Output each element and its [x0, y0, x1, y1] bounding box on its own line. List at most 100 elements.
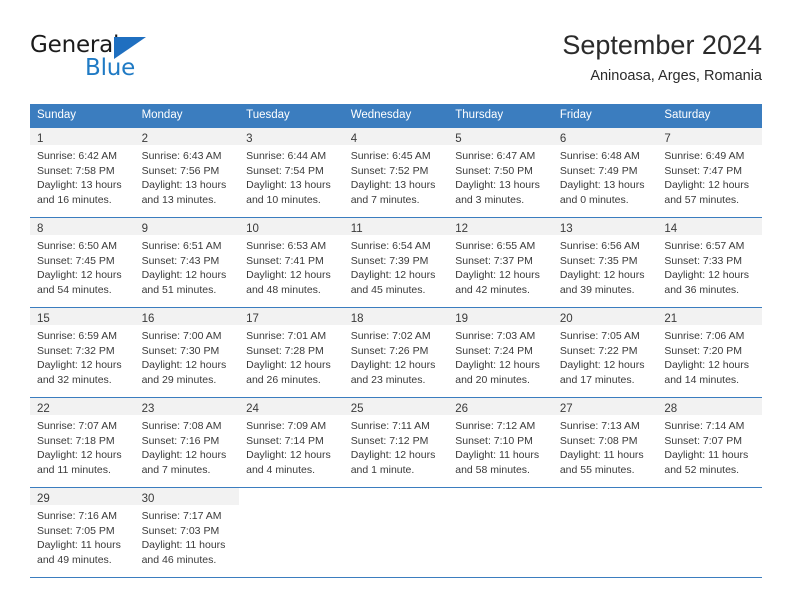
day-cell[interactable]: 23 Sunrise: 7:08 AM Sunset: 7:16 PM Dayligh…: [134, 398, 240, 487]
title-block: September 2024 Aninoasa, Arges, Romania: [562, 28, 762, 87]
sunrise-text: Sunrise: 7:16 AM: [37, 510, 117, 522]
day-info: Sunrise: 7:05 AM Sunset: 7:22 PM Daylight:…: [553, 325, 658, 387]
weekday-header-wednesday: Wednesday: [350, 109, 412, 121]
day-cell[interactable]: 14 Sunrise: 6:57 AM Sunset: 7:33 PM Dayligh…: [657, 218, 762, 307]
weekday-header-saturday: Saturday: [664, 109, 711, 121]
daylight-text: Daylight: 13 hours and 13 minutes.: [141, 179, 227, 206]
sunset-text: Sunset: 7:20 PM: [664, 344, 743, 357]
day-info: Sunrise: 6:59 AM Sunset: 7:32 PM Daylight:…: [30, 325, 135, 387]
day-cell[interactable]: 12 Sunrise: 6:55 AM Sunset: 7:37 PM Dayligh…: [448, 218, 553, 307]
day-number: 23: [141, 403, 155, 415]
day-cell[interactable]: 28 Sunrise: 7:14 AM Sunset: 7:07 PM Dayligh…: [657, 398, 762, 487]
day-cell[interactable]: 20 Sunrise: 7:05 AM Sunset: 7:22 PM Dayligh…: [552, 308, 658, 397]
sunset-text: Sunset: 7:03 PM: [141, 524, 220, 537]
daylight-text: Daylight: 13 hours and 0 minutes.: [559, 179, 645, 206]
empty-day-cell: [552, 488, 658, 577]
sunrise-text: Sunrise: 6:54 AM: [350, 240, 431, 252]
day-info: Sunrise: 7:09 AM Sunset: 7:14 PM Daylight:…: [239, 415, 344, 477]
day-cell[interactable]: 29 Sunrise: 7:16 AM Sunset: 7:05 PM Dayligh…: [30, 488, 135, 577]
sunrise-text: Sunrise: 7:03 AM: [455, 330, 536, 342]
day-number: 29: [37, 493, 50, 505]
day-number: 4: [350, 133, 358, 145]
day-cell[interactable]: 16 Sunrise: 7:00 AM Sunset: 7:30 PM Dayligh…: [134, 308, 240, 397]
day-info: Sunrise: 6:50 AM Sunset: 7:45 PM Daylight:…: [30, 235, 135, 297]
daylight-text: Daylight: 11 hours and 46 minutes.: [141, 539, 226, 566]
day-info: Sunrise: 7:17 AM Sunset: 7:03 PM Daylight:…: [135, 505, 240, 567]
day-number: 20: [559, 313, 573, 325]
day-number-band: 25: [343, 398, 449, 415]
general-blue-logo: General Blue: [30, 32, 160, 84]
day-cell[interactable]: 30 Sunrise: 7:17 AM Sunset: 7:03 PM Dayligh…: [134, 488, 240, 577]
day-cell[interactable]: 7 Sunrise: 6:49 AM Sunset: 7:47 PM Daylight…: [657, 128, 762, 217]
day-cell[interactable]: 22 Sunrise: 7:07 AM Sunset: 7:18 PM Dayligh…: [30, 398, 135, 487]
day-info: Sunrise: 6:56 AM Sunset: 7:35 PM Daylight:…: [553, 235, 658, 297]
day-info: Sunrise: 6:42 AM Sunset: 7:58 PM Daylight:…: [30, 145, 135, 207]
day-cell[interactable]: 5 Sunrise: 6:47 AM Sunset: 7:50 PM Daylight…: [448, 128, 553, 217]
day-cell[interactable]: 10 Sunrise: 6:53 AM Sunset: 7:41 PM Dayligh…: [239, 218, 344, 307]
day-info: Sunrise: 6:43 AM Sunset: 7:56 PM Daylight:…: [135, 145, 240, 207]
day-cell[interactable]: 21 Sunrise: 7:06 AM Sunset: 7:20 PM Dayligh…: [657, 308, 762, 397]
page-title: September 2024: [562, 30, 762, 60]
day-info: Sunrise: 7:07 AM Sunset: 7:18 PM Daylight:…: [30, 415, 135, 477]
day-cell[interactable]: 8 Sunrise: 6:50 AM Sunset: 7:45 PM Daylight…: [30, 218, 135, 307]
sunrise-text: Sunrise: 6:47 AM: [455, 150, 536, 162]
day-number: 7: [664, 133, 671, 145]
day-cell[interactable]: 3 Sunrise: 6:44 AM Sunset: 7:54 PM Daylight…: [239, 128, 344, 217]
day-number: 17: [246, 313, 259, 325]
daylight-text: Daylight: 12 hours and 51 minutes.: [141, 269, 227, 296]
calendar-grid: Sunday Monday Tuesday Wednesday Thursday Frid…: [30, 104, 762, 578]
day-number-band: 29: [30, 488, 135, 505]
sunset-text: Sunset: 7:32 PM: [37, 344, 115, 357]
sunset-text: Sunset: 7:24 PM: [455, 344, 533, 357]
daylight-text: Daylight: 12 hours and 42 minutes.: [455, 269, 540, 296]
day-cell[interactable]: 24 Sunrise: 7:09 AM Sunset: 7:14 PM Dayligh…: [239, 398, 344, 487]
day-number-band: 10: [239, 218, 344, 235]
sunset-text: Sunset: 7:56 PM: [141, 164, 220, 177]
day-info: Sunrise: 7:13 AM Sunset: 7:08 PM Daylight:…: [553, 415, 658, 477]
day-cell[interactable]: 13 Sunrise: 6:56 AM Sunset: 7:35 PM Dayligh…: [552, 218, 658, 307]
sunset-text: Sunset: 7:39 PM: [350, 254, 429, 267]
day-cell[interactable]: 1 Sunrise: 6:42 AM Sunset: 7:58 PM Daylight…: [30, 128, 135, 217]
day-number: 3: [246, 133, 253, 145]
day-info: Sunrise: 6:44 AM Sunset: 7:54 PM Daylight:…: [239, 145, 344, 207]
day-number: 28: [664, 403, 678, 415]
daylight-text: Daylight: 12 hours and 23 minutes.: [350, 359, 436, 386]
day-cell[interactable]: 15 Sunrise: 6:59 AM Sunset: 7:32 PM Dayligh…: [30, 308, 135, 397]
daylight-text: Daylight: 11 hours and 52 minutes.: [664, 449, 749, 476]
day-info: Sunrise: 7:01 AM Sunset: 7:28 PM Daylight:…: [239, 325, 344, 387]
day-cell[interactable]: 17 Sunrise: 7:01 AM Sunset: 7:28 PM Dayligh…: [239, 308, 344, 397]
day-cell[interactable]: 2 Sunrise: 6:43 AM Sunset: 7:56 PM Daylight…: [134, 128, 240, 217]
empty-day-cell: [239, 488, 344, 577]
day-number: 26: [455, 403, 469, 415]
sunrise-text: Sunrise: 6:44 AM: [246, 150, 327, 162]
day-info: Sunrise: 6:49 AM Sunset: 7:47 PM Daylight:…: [657, 145, 762, 207]
day-cell[interactable]: 6 Sunrise: 6:48 AM Sunset: 7:49 PM Daylight…: [552, 128, 658, 217]
day-number-band: 28: [657, 398, 762, 415]
day-number-band: 3: [239, 128, 344, 145]
day-info: Sunrise: 7:02 AM Sunset: 7:26 PM Daylight:…: [344, 325, 449, 387]
day-number: 25: [350, 403, 364, 415]
day-cell[interactable]: 11 Sunrise: 6:54 AM Sunset: 7:39 PM Dayligh…: [343, 218, 449, 307]
sunset-text: Sunset: 7:49 PM: [559, 164, 638, 177]
sunrise-text: Sunrise: 7:08 AM: [141, 420, 222, 432]
day-info: Sunrise: 6:45 AM Sunset: 7:52 PM Daylight:…: [344, 145, 449, 207]
sunrise-text: Sunrise: 6:48 AM: [559, 150, 640, 162]
daylight-text: Daylight: 13 hours and 7 minutes.: [350, 179, 436, 206]
day-cell[interactable]: 27 Sunrise: 7:13 AM Sunset: 7:08 PM Dayligh…: [552, 398, 658, 487]
day-info: Sunrise: 7:00 AM Sunset: 7:30 PM Daylight:…: [135, 325, 240, 387]
day-cell[interactable]: 19 Sunrise: 7:03 AM Sunset: 7:24 PM Dayligh…: [448, 308, 553, 397]
sunrise-text: Sunrise: 6:49 AM: [664, 150, 745, 162]
empty-day-cell: [448, 488, 553, 577]
sunset-text: Sunset: 7:22 PM: [559, 344, 638, 357]
sunset-text: Sunset: 7:33 PM: [664, 254, 743, 267]
day-cell[interactable]: 4 Sunrise: 6:45 AM Sunset: 7:52 PM Daylight…: [343, 128, 449, 217]
day-cell[interactable]: 18 Sunrise: 7:02 AM Sunset: 7:26 PM Dayligh…: [343, 308, 449, 397]
day-cell[interactable]: 25 Sunrise: 7:11 AM Sunset: 7:12 PM Dayligh…: [343, 398, 449, 487]
weekday-header-thursday: Thursday: [455, 109, 504, 121]
daylight-text: Daylight: 11 hours and 55 minutes.: [559, 449, 644, 476]
weekday-header-tuesday: Tuesday: [246, 109, 290, 121]
sunrise-text: Sunrise: 6:50 AM: [37, 240, 117, 252]
day-cell[interactable]: 26 Sunrise: 7:12 AM Sunset: 7:10 PM Dayligh…: [448, 398, 553, 487]
sunset-text: Sunset: 7:14 PM: [246, 434, 324, 447]
day-cell[interactable]: 9 Sunrise: 6:51 AM Sunset: 7:43 PM Daylight…: [134, 218, 240, 307]
